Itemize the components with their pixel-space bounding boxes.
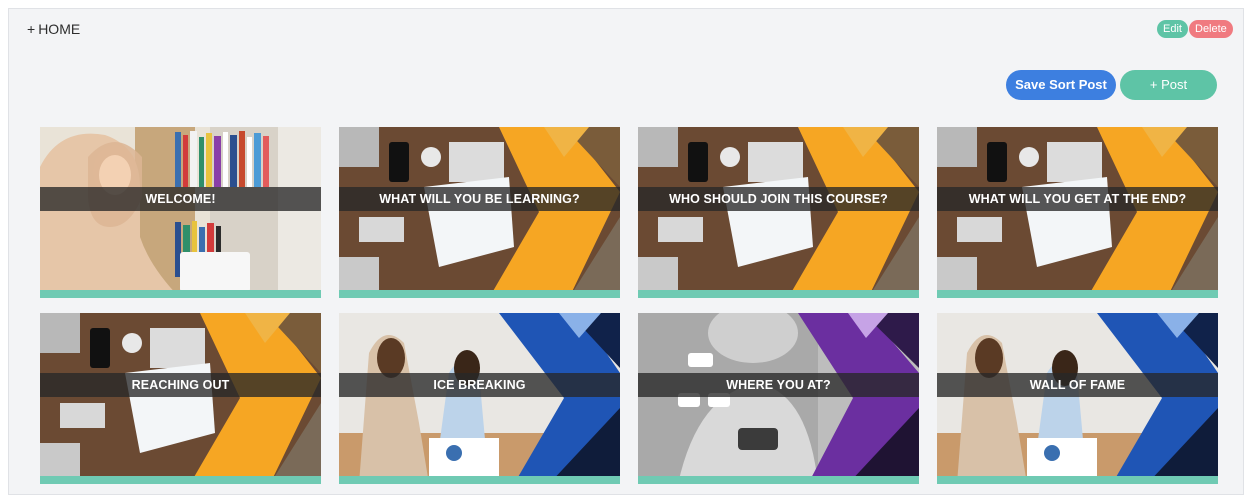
section-title-text: HOME <box>38 21 81 37</box>
expand-icon[interactable]: + <box>27 21 35 37</box>
add-post-button[interactable]: + Post <box>1120 70 1217 100</box>
post-title: REACHING OUT <box>40 373 321 397</box>
desk-orange-chevron-image <box>937 127 1218 298</box>
two-women-blue-chevron-image <box>937 313 1218 484</box>
card-bottom-bar <box>40 476 321 484</box>
post-card[interactable]: WHAT WILL YOU BE LEARNING? <box>339 127 620 298</box>
desk-orange-chevron-image <box>339 127 620 298</box>
two-women-blue-chevron-image <box>339 313 620 484</box>
post-title: ICE BREAKING <box>339 373 620 397</box>
post-card[interactable]: WHAT WILL YOU GET AT THE END? <box>937 127 1218 298</box>
card-bottom-bar <box>638 290 919 298</box>
post-title: WHERE YOU AT? <box>638 373 919 397</box>
woman-phone-purple-chevron-image <box>638 313 919 484</box>
post-card[interactable]: WHO SHOULD JOIN THIS COURSE? <box>638 127 919 298</box>
post-card[interactable]: REACHING OUT <box>40 313 321 484</box>
card-bottom-bar <box>339 290 620 298</box>
post-card[interactable]: ICE BREAKING <box>339 313 620 484</box>
section-title[interactable]: + HOME <box>27 21 80 37</box>
desk-orange-chevron-image <box>40 313 321 484</box>
save-sort-post-button[interactable]: Save Sort Post <box>1006 70 1116 100</box>
post-title: WELCOME! <box>40 187 321 211</box>
post-card[interactable]: WHERE YOU AT? <box>638 313 919 484</box>
card-bottom-bar <box>937 476 1218 484</box>
woman-in-library-image <box>40 127 321 298</box>
home-section-panel: +HOME Edit Delete Save Sort Post + Post <box>8 8 1244 495</box>
post-title: WHO SHOULD JOIN THIS COURSE? <box>638 187 919 211</box>
edit-section-button[interactable]: Edit <box>1157 20 1188 38</box>
card-bottom-bar <box>339 476 620 484</box>
post-title: WHAT WILL YOU BE LEARNING? <box>339 187 620 211</box>
desk-orange-chevron-image <box>638 127 919 298</box>
card-bottom-bar <box>937 290 1218 298</box>
card-bottom-bar <box>638 476 919 484</box>
card-bottom-bar <box>40 290 321 298</box>
post-card[interactable]: WELCOME! <box>40 127 321 298</box>
post-title: WHAT WILL YOU GET AT THE END? <box>937 187 1218 211</box>
post-card[interactable]: WALL OF FAME <box>937 313 1218 484</box>
delete-section-button[interactable]: Delete <box>1189 20 1233 38</box>
post-title: WALL OF FAME <box>937 373 1218 397</box>
